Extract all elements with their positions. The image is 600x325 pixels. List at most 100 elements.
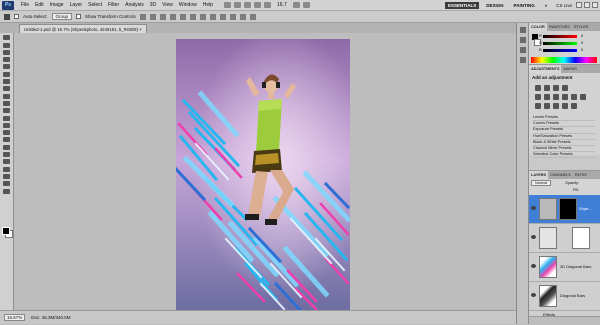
tab-swatches[interactable]: SWATCHES <box>547 23 572 31</box>
zoom-tool-icon[interactable] <box>3 188 10 194</box>
blend-mode-dropdown[interactable]: Normal <box>531 180 552 186</box>
blue-slider[interactable] <box>543 49 577 52</box>
curves-icon[interactable] <box>553 85 559 91</box>
eraser-tool-icon[interactable] <box>3 108 10 114</box>
posterize-icon[interactable] <box>544 103 550 109</box>
layer-row[interactable] <box>529 224 600 253</box>
red-value[interactable]: 0 <box>581 33 583 38</box>
tab-paths[interactable]: PATHS <box>573 171 589 179</box>
type-tool-icon[interactable] <box>3 144 10 150</box>
layer-row[interactable]: 3D Diagonal Bars <box>529 253 600 282</box>
document-canvas[interactable] <box>176 39 350 310</box>
path-selection-tool-icon[interactable] <box>3 152 10 158</box>
menu-edit[interactable]: Edit <box>32 2 47 8</box>
hand-tool-icon[interactable] <box>3 181 10 187</box>
auto-select-dropdown[interactable]: Group <box>51 13 73 20</box>
menu-window[interactable]: Window <box>176 2 200 8</box>
clone-stamp-tool-icon[interactable] <box>3 93 10 99</box>
threshold-icon[interactable] <box>553 103 559 109</box>
channel-mixer-icon[interactable] <box>580 94 586 100</box>
selective-color-icon[interactable] <box>571 103 577 109</box>
tab-color[interactable]: COLOR <box>529 23 547 31</box>
menu-select[interactable]: Select <box>85 2 105 8</box>
levels-icon[interactable] <box>544 85 550 91</box>
menu-filter[interactable]: Filter <box>105 2 122 8</box>
eyedropper-tool-icon[interactable] <box>3 71 10 77</box>
menu-analysis[interactable]: Analysis <box>122 2 147 8</box>
dodge-tool-icon[interactable] <box>3 130 10 136</box>
maximize-button[interactable] <box>584 2 590 8</box>
color-balance-icon[interactable] <box>553 94 559 100</box>
align-top-icon[interactable] <box>139 13 146 20</box>
menu-layer[interactable]: Layer <box>67 2 86 8</box>
lasso-tool-icon[interactable] <box>3 49 10 55</box>
blur-tool-icon[interactable] <box>3 122 10 128</box>
layer-row[interactable]: Shpe... <box>529 195 600 224</box>
distribute-bottom-icon[interactable] <box>219 13 226 20</box>
hue-saturation-icon[interactable] <box>544 94 550 100</box>
menu-image[interactable]: Image <box>47 2 67 8</box>
invert-icon[interactable] <box>535 103 541 109</box>
crop-tool-icon[interactable] <box>3 64 10 70</box>
3d-orbit-tool-icon[interactable] <box>3 173 10 179</box>
workspace-essentials[interactable]: ESSENTIALS <box>445 1 480 9</box>
close-button[interactable] <box>592 2 598 8</box>
layer-name[interactable]: 3D Diagonal Bars <box>560 264 591 269</box>
tab-adjustments[interactable]: ADJUSTMENTS <box>529 65 562 73</box>
align-left-icon[interactable] <box>169 13 176 20</box>
visibility-eye-icon[interactable] <box>531 235 536 239</box>
foreground-color-swatch[interactable] <box>2 227 10 235</box>
guides-icon[interactable] <box>244 2 252 8</box>
brush-tool-icon[interactable] <box>3 86 10 92</box>
zoom-tool-icon[interactable] <box>264 2 272 8</box>
tab-channels[interactable]: CHANNELS <box>548 171 573 179</box>
visibility-eye-icon[interactable] <box>531 206 536 210</box>
vibrance-icon[interactable] <box>535 94 541 100</box>
gradient-tool-icon[interactable] <box>3 115 10 121</box>
auto-select-checkbox[interactable] <box>14 14 19 19</box>
screen-mode-icon[interactable] <box>302 2 310 8</box>
red-slider[interactable] <box>543 35 577 38</box>
green-value[interactable]: 0 <box>581 40 583 45</box>
layer-row[interactable]: Diagonal Bars <box>529 282 600 311</box>
tab-masks[interactable]: MASKS <box>561 65 578 73</box>
distribute-right-icon[interactable] <box>249 13 256 20</box>
align-middle-icon[interactable] <box>149 13 156 20</box>
pen-tool-icon[interactable] <box>3 137 10 143</box>
shape-tool-icon[interactable] <box>3 159 10 165</box>
menu-file[interactable]: File <box>18 2 32 8</box>
quick-select-tool-icon[interactable] <box>3 57 10 63</box>
menu-help[interactable]: Help <box>200 2 216 8</box>
minimize-button[interactable] <box>576 2 582 8</box>
green-slider[interactable] <box>543 42 577 45</box>
marquee-tool-icon[interactable] <box>3 42 10 48</box>
align-bottom-icon[interactable] <box>159 13 166 20</box>
character-panel-icon[interactable] <box>520 57 526 63</box>
exposure-icon[interactable] <box>562 85 568 91</box>
canvas-area[interactable] <box>14 33 522 310</box>
align-center-icon[interactable] <box>179 13 186 20</box>
preset-selective-color[interactable]: Selective Color Presets <box>533 152 595 159</box>
layer-mask-thumbnail[interactable] <box>572 227 590 249</box>
visibility-eye-icon[interactable] <box>531 293 536 297</box>
workspace-design[interactable]: DESIGN <box>483 2 506 9</box>
arrange-documents-icon[interactable] <box>292 2 300 8</box>
distribute-middle-icon[interactable] <box>209 13 216 20</box>
mini-bridge-icon[interactable] <box>234 2 242 8</box>
distribute-center-icon[interactable] <box>239 13 246 20</box>
align-right-icon[interactable] <box>189 13 196 20</box>
tab-styles[interactable]: STYLES <box>572 23 591 31</box>
workspace-painting[interactable]: PAINTING <box>511 2 538 9</box>
hand-tool-icon[interactable] <box>254 2 262 8</box>
history-brush-tool-icon[interactable] <box>3 100 10 106</box>
move-tool-icon[interactable] <box>4 13 10 20</box>
layer-mask-thumbnail[interactable] <box>559 198 577 220</box>
color-spectrum[interactable] <box>531 57 597 63</box>
zoom-field[interactable]: 16.67% <box>4 314 26 321</box>
layer-name[interactable]: Diagonal Bars <box>560 293 585 298</box>
distribute-left-icon[interactable] <box>229 13 236 20</box>
distribute-top-icon[interactable] <box>199 13 206 20</box>
cs-live-button[interactable]: CS Live <box>556 3 572 8</box>
healing-brush-tool-icon[interactable] <box>3 79 10 85</box>
workspace-more[interactable]: » <box>542 2 551 9</box>
